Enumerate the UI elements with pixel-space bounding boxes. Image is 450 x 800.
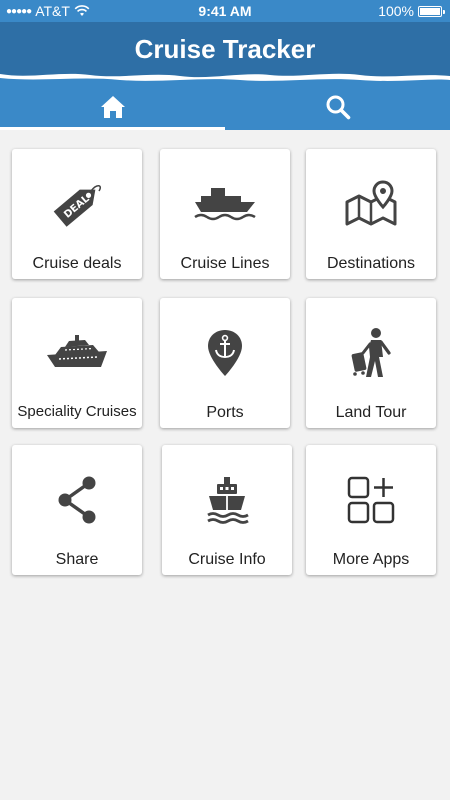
map-pin-icon xyxy=(345,180,397,226)
battery-status: 100% xyxy=(378,3,445,19)
anchor-pin-icon xyxy=(208,330,242,376)
battery-percent: 100% xyxy=(378,3,414,19)
tile-label: Ports xyxy=(206,404,244,421)
tile-label: More Apps xyxy=(332,551,410,568)
status-bar: ●●●●● AT&T 9:41 AM 100% xyxy=(0,0,450,22)
cruise-ship-icon xyxy=(47,335,107,367)
deal-tag-icon: DEAL xyxy=(53,185,102,227)
tile-cruise-info[interactable]: Cruise Info xyxy=(162,445,292,575)
tile-label: Cruise deals xyxy=(32,255,122,272)
traveler-icon xyxy=(351,328,391,377)
tile-more-apps[interactable]: More Apps xyxy=(306,445,436,575)
app-header: Cruise Tracker xyxy=(0,22,450,84)
app-title: Cruise Tracker xyxy=(134,34,316,64)
tile-label: Destinations xyxy=(326,255,416,272)
home-icon xyxy=(100,96,125,118)
tile-cruise-deals[interactable]: DEAL Cruise deals xyxy=(12,149,142,279)
tile-label: Cruise Info xyxy=(188,551,266,568)
tab-home[interactable] xyxy=(0,84,225,130)
tile-land-tour[interactable]: Land Tour xyxy=(306,298,436,428)
more-apps-icon xyxy=(347,476,395,524)
tile-cruise-lines[interactable]: Cruise Lines xyxy=(160,149,290,279)
tile-label: Land Tour xyxy=(335,404,407,421)
menu-grid: DEAL Cruise deals Cruise Lines Destinati… xyxy=(0,130,450,800)
tile-speciality-cruises[interactable]: Speciality Cruises xyxy=(12,298,142,428)
cruise-front-icon xyxy=(207,477,249,524)
tile-label: Speciality Cruises xyxy=(17,403,137,420)
tile-label: Cruise Lines xyxy=(180,255,270,272)
tile-share[interactable]: Share xyxy=(12,445,142,575)
wave-decoration xyxy=(0,73,450,84)
ship-icon xyxy=(194,188,256,221)
tab-bar xyxy=(0,84,450,130)
tile-destinations[interactable]: Destinations xyxy=(306,149,436,279)
tile-label: Share xyxy=(55,551,99,568)
share-icon xyxy=(58,476,96,524)
battery-icon xyxy=(418,5,445,17)
search-icon xyxy=(326,95,350,120)
tab-search[interactable] xyxy=(225,84,450,130)
tile-ports[interactable]: Ports xyxy=(160,298,290,428)
